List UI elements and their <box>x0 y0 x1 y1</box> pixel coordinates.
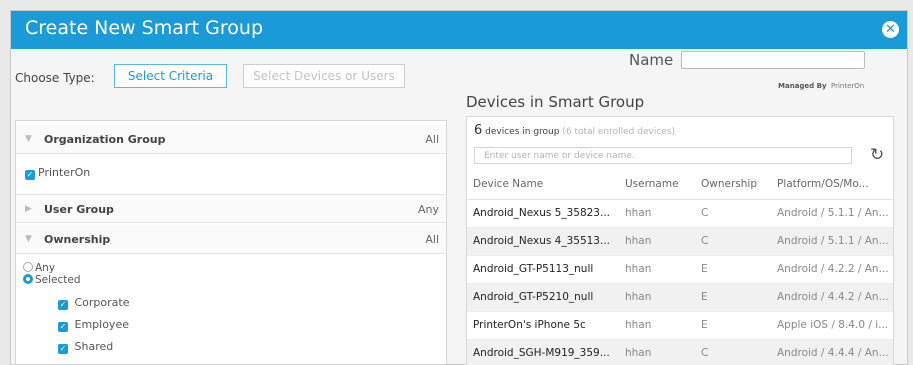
devices-in-group-heading: Devices in Smart Group <box>466 93 645 111</box>
total-enrolled-note: (6 total enrolled devices) <box>562 127 676 137</box>
username-cell: hhan <box>619 227 695 256</box>
device-search-input[interactable] <box>474 147 852 164</box>
chevron-down-icon: ▼ <box>25 134 32 144</box>
column-header[interactable]: Username <box>619 170 695 200</box>
select-devices-or-users-button[interactable]: Select Devices or Users <box>243 64 405 88</box>
checkbox-checked-icon: ✓ <box>58 344 68 354</box>
device-count-number: 6 <box>474 123 483 138</box>
radio-unselected-icon <box>23 262 33 272</box>
org-item-label: PrinterOn <box>38 166 91 179</box>
option-label: Corporate <box>74 296 130 309</box>
device-name-cell: Android_SGH-M919_359... <box>467 339 619 365</box>
ownership-header[interactable]: ▼ Ownership All <box>16 225 446 254</box>
platform-cell: Android / 4.4.2 / An... <box>771 283 893 312</box>
close-icon[interactable]: ✕ <box>882 21 899 38</box>
ownership-radio-any[interactable]: Any <box>23 262 55 274</box>
name-label: Name <box>629 51 674 69</box>
device-count-label: devices in group <box>485 127 560 137</box>
checkbox-checked-icon: ✓ <box>25 170 35 180</box>
option-label: Employee <box>74 318 129 331</box>
ownership-option-shared[interactable]: ✓ Shared <box>58 340 113 354</box>
ownership-cell: C <box>695 339 771 365</box>
ownership-cell: E <box>695 255 771 284</box>
table-row[interactable]: Android_GT-P5113_null hhan E Android / 4… <box>467 255 893 284</box>
device-name-cell: Android_GT-P5210_null <box>467 283 619 312</box>
refresh-icon[interactable]: ↻ <box>870 145 884 165</box>
table-header-row: Device Name Username Ownership Platform/… <box>467 170 893 200</box>
user-group-title: User Group <box>44 203 114 216</box>
device-name-cell: Android_Nexus 4_35513... <box>467 227 619 256</box>
platform-cell: Apple iOS / 8.4.0 / i... <box>771 311 893 340</box>
column-header[interactable]: Platform/OS/Mo... <box>771 170 893 200</box>
device-name-cell: Android_Nexus 5_35823... <box>467 199 619 228</box>
table-row[interactable]: Android_Nexus 5_35823... hhan C Android … <box>467 199 893 228</box>
criteria-panel: ▼ Organization Group All ✓ PrinterOn ▶ Us… <box>15 120 447 365</box>
radio-any-label: Any <box>35 262 56 274</box>
platform-cell: Android / 5.1.1 / An... <box>771 199 893 228</box>
ownership-cell: C <box>695 227 771 256</box>
ownership-cell: C <box>695 199 771 228</box>
table-row[interactable]: Android_SGH-M919_359... hhan C Android /… <box>467 339 893 365</box>
option-label: Shared <box>74 340 114 353</box>
org-group-value: All <box>425 133 439 146</box>
radio-selected-icon <box>23 274 33 284</box>
ownership-radio-selected[interactable]: Selected <box>23 274 81 286</box>
devices-panel: 6 devices in group (6 total enrolled dev… <box>466 116 894 365</box>
column-header[interactable]: Ownership <box>695 170 771 200</box>
column-header[interactable]: Device Name <box>467 170 619 200</box>
ownership-value: All <box>425 233 439 246</box>
username-cell: hhan <box>619 255 695 284</box>
user-group-header[interactable]: ▶ User Group Any <box>16 194 446 223</box>
device-name-cell: PrinterOn's iPhone 5c <box>467 311 619 340</box>
table-row[interactable]: Android_Nexus 4_35513... hhan C Android … <box>467 227 893 256</box>
org-group-title: Organization Group <box>44 133 166 146</box>
table-row[interactable]: PrinterOn's iPhone 5c hhan E Apple iOS /… <box>467 311 893 340</box>
choose-type-label: Choose Type: <box>15 71 95 85</box>
chevron-right-icon: ▶ <box>25 204 32 214</box>
modal-titlebar: Create New Smart Group ✕ <box>11 11 907 49</box>
ownership-title: Ownership <box>44 233 111 246</box>
platform-cell: Android / 5.1.1 / An... <box>771 227 893 256</box>
device-count: 6 devices in group (6 total enrolled dev… <box>474 123 675 138</box>
managed-by-label: Managed By <box>778 82 827 90</box>
username-cell: hhan <box>619 283 695 312</box>
username-cell: hhan <box>619 339 695 365</box>
name-input[interactable] <box>681 51 865 69</box>
select-criteria-button[interactable]: Select Criteria <box>114 64 227 88</box>
username-cell: hhan <box>619 311 695 340</box>
user-group-value: Any <box>417 203 439 216</box>
radio-selected-label: Selected <box>35 274 81 286</box>
ownership-cell: E <box>695 311 771 340</box>
checkbox-checked-icon: ✓ <box>58 300 68 310</box>
ownership-cell: E <box>695 283 771 312</box>
devices-table: Device Name Username Ownership Platform/… <box>467 170 893 365</box>
table-row[interactable]: Android_GT-P5210_null hhan E Android / 4… <box>467 283 893 312</box>
modal-title: Create New Smart Group <box>25 17 264 39</box>
org-group-header[interactable]: ▼ Organization Group All <box>16 125 446 154</box>
checkbox-checked-icon: ✓ <box>58 322 68 332</box>
chevron-down-icon: ▼ <box>25 234 32 244</box>
platform-cell: Android / 4.2.2 / An... <box>771 255 893 284</box>
ownership-option-employee[interactable]: ✓ Employee <box>58 318 129 332</box>
platform-cell: Android / 4.4.4 / An... <box>771 339 893 365</box>
managed-by: Managed By PrinterOn <box>778 82 864 90</box>
username-cell: hhan <box>619 199 695 228</box>
ownership-option-corporate[interactable]: ✓ Corporate <box>58 296 130 310</box>
managed-by-value: PrinterOn <box>830 82 865 90</box>
device-name-cell: Android_GT-P5113_null <box>467 255 619 284</box>
org-item-printeron[interactable]: ✓ PrinterOn <box>25 166 90 180</box>
